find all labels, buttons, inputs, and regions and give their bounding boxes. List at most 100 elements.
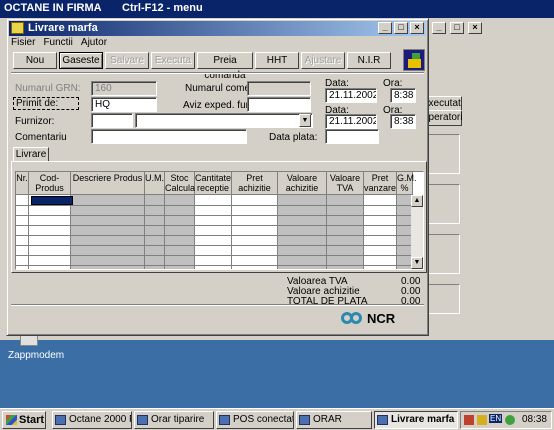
clock: 08:38 (521, 414, 547, 425)
module-logo-icon[interactable] (403, 49, 425, 71)
aviz-exped-field[interactable] (247, 97, 311, 112)
grid-column (16, 195, 29, 269)
hht-button[interactable]: HHT (255, 52, 299, 69)
scroll-up-icon[interactable]: ▲ (411, 195, 423, 207)
taskbar-item[interactable]: Livrare marfa (374, 411, 458, 429)
toolbar-separator (11, 72, 424, 74)
scroll-down-icon[interactable]: ▼ (411, 257, 423, 269)
grid-column (364, 195, 397, 269)
grid-column (165, 195, 195, 269)
gaseste-button[interactable]: Gaseste (59, 52, 103, 69)
column-header[interactable]: Descriere Produs (71, 172, 145, 195)
selected-cell[interactable] (31, 196, 73, 205)
grid-column (278, 195, 327, 269)
network-icon[interactable] (505, 415, 515, 425)
data-plata-label: Data plata: (269, 132, 318, 143)
numarul-grn-label: Numarul GRN: (15, 83, 81, 94)
column-header[interactable]: Valoare achizitie (278, 172, 327, 195)
tray-app-icon[interactable] (464, 415, 474, 425)
nou-button[interactable]: Nou (13, 52, 57, 69)
primit-de-field[interactable]: HQ (91, 97, 157, 112)
row-line (16, 215, 411, 216)
taskbar-item[interactable]: Octane 2000 Fo... (52, 411, 132, 429)
close-icon[interactable]: × (410, 22, 424, 34)
ncr-logo: NCR (341, 311, 395, 326)
window-icon (377, 415, 388, 425)
numarul-comenzii-field[interactable] (247, 81, 311, 96)
grid-column (71, 195, 145, 269)
language-indicator[interactable]: EN (489, 414, 503, 423)
furnizor-label: Furnizor: (15, 116, 55, 127)
row-line (16, 265, 411, 266)
background-app-titlebar: OCTANE IN FIRMA Ctrl-F12 - menu (0, 0, 554, 18)
column-header[interactable]: Stoc Calculat (165, 172, 198, 195)
maximize-icon[interactable]: □ (394, 22, 408, 34)
row-line (16, 255, 411, 256)
window-icon (55, 415, 66, 425)
system-tray: EN 08:38 (460, 411, 552, 429)
background-panel (426, 184, 460, 224)
maximize-icon[interactable]: □ (450, 22, 464, 34)
menu-ajutor[interactable]: Ajutor (81, 37, 107, 50)
start-button[interactable]: Start (2, 411, 46, 429)
menu-fisier[interactable]: Fisier (11, 37, 35, 50)
taskbar: Start Octane 2000 Fo... Orar tiparire PO… (0, 408, 554, 430)
window-icon (219, 415, 230, 425)
window-title: Livrare marfa (28, 22, 98, 34)
row-line (16, 245, 411, 246)
background-window-buttons: _ □ × (430, 22, 482, 34)
vertical-scrollbar[interactable]: ▲ ▼ (411, 195, 423, 269)
primit-de-label: Primit de: (13, 97, 79, 110)
app-icon (11, 22, 24, 34)
background-panel (426, 234, 460, 274)
furnizor-name-combo[interactable] (135, 113, 313, 128)
minimize-icon[interactable]: _ (432, 22, 446, 34)
chevron-down-icon[interactable]: ▼ (299, 114, 311, 127)
salvare-button[interactable]: Salvare (105, 52, 149, 69)
furnizor-code-field[interactable] (91, 113, 133, 128)
menu-functii[interactable]: Functii (43, 37, 72, 50)
products-grid[interactable]: Nr. Cod-Produs Descriere Produs U.M. Sto… (15, 171, 424, 270)
menu-bar: Fisier Functii Ajutor (11, 37, 107, 50)
column-header[interactable]: G.M. % (397, 172, 417, 195)
minimize-icon[interactable]: _ (378, 22, 392, 34)
window-icon (299, 415, 310, 425)
data-plata-field[interactable] (325, 129, 379, 144)
column-header[interactable]: U.M. (145, 172, 165, 195)
taskbar-item[interactable]: ORAR (296, 411, 372, 429)
row-line (16, 205, 411, 206)
comentariu-field[interactable] (91, 129, 247, 144)
executa-button[interactable]: Executa (151, 52, 195, 69)
grid-column (29, 195, 71, 269)
volume-icon[interactable] (477, 415, 487, 425)
taskbar-item[interactable]: Orar tiparire (134, 411, 214, 429)
background-panel (426, 134, 460, 174)
row-line (16, 235, 411, 236)
ora-field-1[interactable]: 8:38 (390, 88, 416, 103)
column-header[interactable]: Nr. (16, 172, 29, 195)
nir-button[interactable]: N.I.R (347, 52, 391, 69)
column-header[interactable]: Cod-Produs (29, 172, 71, 195)
data-field-2[interactable]: 21.11.2002 (325, 114, 377, 129)
data-field-1[interactable]: 21.11.2002 (325, 88, 377, 103)
ora-field-2[interactable]: 8:38 (390, 114, 416, 129)
row-line (16, 225, 411, 226)
column-header[interactable]: Valoare TVA (327, 172, 364, 195)
background-app-title: OCTANE IN FIRMA (4, 2, 102, 14)
column-header[interactable]: Cantitate receptie (195, 172, 232, 195)
ncr-mark-icon (341, 311, 363, 326)
preia-comanda-button[interactable]: Preia comanda (197, 52, 253, 81)
grid-column (145, 195, 165, 269)
column-header[interactable]: Pret vanzare (364, 172, 397, 195)
background-app-shortcut: Ctrl-F12 - menu (122, 2, 203, 14)
ajustare-button[interactable]: Ajustare (301, 52, 345, 69)
column-header[interactable]: Pret achizitie (232, 172, 278, 195)
livrare-marfa-window: Livrare marfa _ □ × Fisier Functii Ajuto… (6, 18, 429, 336)
brand-text: NCR (367, 311, 396, 326)
window-titlebar[interactable]: Livrare marfa _ □ × (9, 21, 426, 36)
taskbar-item[interactable]: POS conectat (216, 411, 294, 429)
desktop-icon-label[interactable]: Zappmodem (8, 350, 64, 361)
close-icon[interactable]: × (468, 22, 482, 34)
grid-column (327, 195, 364, 269)
tab-livrare[interactable]: Livrare (13, 147, 49, 162)
